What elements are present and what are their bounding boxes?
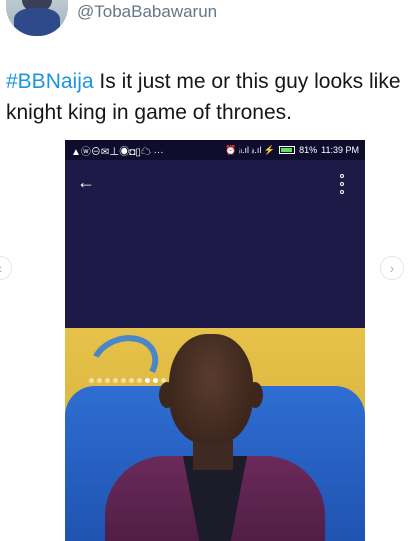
pagination-dot[interactable] [137,378,142,383]
phone-status-bar: ▲ⓦ⊖✉⊥◉◘▯☁ ··· ⏰ ᵢₗ.ıl ᵢₗ.ıl ⚡ 81% 11:39 … [65,140,365,160]
photo-neck [193,440,233,470]
signal-icons: ⏰ ᵢₗ.ıl ᵢₗ.ıl ⚡ [225,144,276,155]
carousel-previous-button[interactable]: ‹ [0,256,12,280]
carousel-next-button[interactable]: › [380,256,404,280]
carousel-pagination [89,378,166,383]
app-header: ← [65,160,365,325]
pagination-dot[interactable] [113,378,118,383]
chevron-left-icon: ‹ [0,260,2,276]
photo [65,328,365,541]
more-vertical-icon[interactable] [339,174,345,194]
pagination-dot[interactable] [97,378,102,383]
back-arrow-icon[interactable]: ← [77,172,95,193]
pagination-dot[interactable] [105,378,110,383]
hashtag-link[interactable]: #BBNaija [6,70,94,93]
pagination-dot[interactable] [121,378,126,383]
pagination-dot[interactable] [145,378,150,383]
tweet-text: #BBNaija Is it just me or this guy looks… [6,66,408,128]
notification-icons: ▲ⓦ⊖✉⊥◉◘▯☁ ··· [71,146,164,158]
pagination-dot[interactable] [129,378,134,383]
photo-face [169,334,253,444]
avatar[interactable] [6,0,68,36]
status-time: 11:39 PM [321,145,359,155]
tweet-media[interactable]: ▲ⓦ⊖✉⊥◉◘▯☁ ··· ⏰ ᵢₗ.ıl ᵢₗ.ıl ⚡ 81% 11:39 … [65,140,365,541]
chevron-right-icon: › [389,260,395,276]
battery-percent: 81% [299,145,318,155]
status-right: ⏰ ᵢₗ.ıl ᵢₗ.ıl ⚡ 81% 11:39 PM [225,145,359,156]
pagination-dot[interactable] [153,378,158,383]
battery-icon [279,146,296,154]
user-handle[interactable]: @TobaBabawarun [77,2,217,22]
pagination-dot[interactable] [161,378,166,383]
pagination-dot[interactable] [89,378,94,383]
avatar-body [14,8,60,36]
